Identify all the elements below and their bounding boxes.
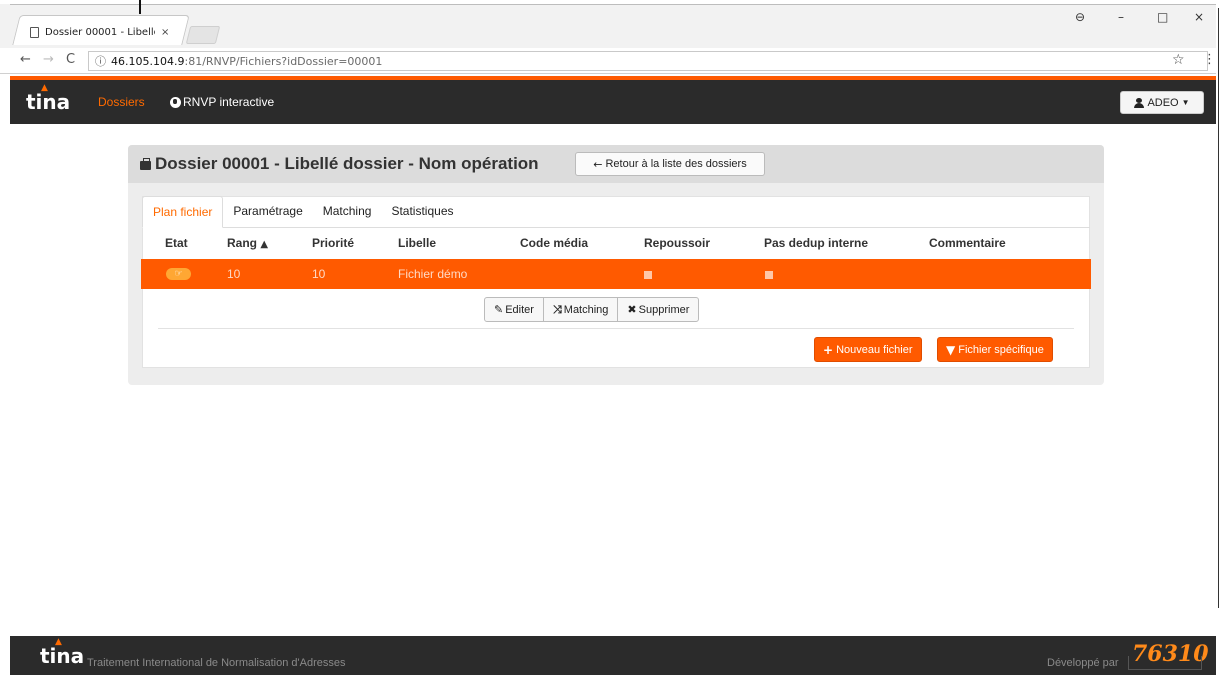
new-tab-button[interactable] — [185, 26, 221, 44]
brand-logo[interactable]: tina — [26, 90, 70, 114]
text-cursor — [139, 0, 141, 14]
cell-rang: 10 — [227, 267, 241, 281]
table-header: Etat Rang ▲ Priorité Libelle Code média … — [158, 230, 1074, 256]
divider — [158, 328, 1074, 329]
shuffle-icon: ⤨ — [552, 302, 562, 316]
checkbox-repoussoir[interactable] — [644, 271, 652, 279]
hand-pointer-icon: ☞ — [174, 269, 183, 279]
column-header-priorite[interactable]: Priorité — [312, 236, 354, 250]
footer-developed-by: Développé par — [1047, 657, 1119, 669]
x-icon: ✖ — [627, 303, 637, 316]
column-header-etat[interactable]: Etat — [165, 236, 188, 250]
column-header-code-media[interactable]: Code média — [520, 236, 588, 250]
tab-bar: Plan fichier Paramétrage Matching Statis… — [142, 196, 464, 228]
left-edge — [0, 74, 10, 675]
site-info-icon[interactable]: ⓘ — [95, 53, 106, 69]
screen: Dossier 00001 - Libellé d × ⊖ – □ × ← → … — [0, 0, 1226, 675]
tab-parametrage[interactable]: Paramétrage — [223, 196, 312, 228]
column-header-rang[interactable]: Rang ▲ — [227, 236, 268, 250]
user-icon — [1134, 97, 1145, 108]
column-header-rang-label: Rang — [227, 236, 257, 250]
browser-menu-icon[interactable]: ⋮ — [1203, 52, 1216, 67]
footer-brand-logo: tina — [40, 644, 85, 668]
back-to-list-button[interactable]: ← Retour à la liste des dossiers — [575, 152, 765, 176]
window-border — [10, 4, 1218, 8]
reload-icon[interactable]: C — [66, 52, 75, 67]
close-window-button[interactable]: × — [1194, 10, 1204, 24]
nav-rnvp-interactive[interactable]: RNVP interactive — [170, 95, 274, 109]
etat-status-badge[interactable]: ☞ — [166, 268, 191, 280]
column-header-commentaire[interactable]: Commentaire — [929, 236, 1006, 250]
checkbox-pas-dedup[interactable] — [765, 271, 773, 279]
window-edge-line — [1218, 8, 1219, 608]
edit-icon: ✎ — [494, 303, 504, 316]
user-menu-button[interactable]: ADEO ▼ — [1120, 91, 1204, 114]
footer-tagline: Traitement International de Normalisatio… — [87, 657, 346, 669]
browser-tab-content[interactable]: Dossier 00001 - Libellé d × — [30, 22, 180, 42]
specific-file-button[interactable]: ▼ Fichier spécifique — [937, 337, 1053, 362]
filter-icon: ▼ — [946, 342, 956, 357]
edit-label: Editer — [505, 303, 534, 316]
user-name: ADEO — [1147, 96, 1179, 109]
table-row[interactable] — [141, 259, 1091, 289]
nav-rnvp-label: RNVP interactive — [183, 95, 275, 109]
matching-label: Matching — [563, 303, 609, 316]
cell-priorite: 10 — [312, 267, 326, 281]
forward-arrow-icon[interactable]: → — [43, 52, 54, 67]
arrow-left-icon: ← — [593, 157, 603, 171]
new-file-label: Nouveau fichier — [836, 343, 913, 356]
specific-file-label: Fichier spécifique — [958, 343, 1044, 356]
cell-libelle: Fichier démo — [398, 267, 468, 281]
sort-asc-icon: ▲ — [260, 239, 269, 250]
matching-button[interactable]: ⤨ Matching — [542, 297, 619, 322]
browser-tab-title: Dossier 00001 - Libellé d — [45, 26, 155, 38]
url-host: 46.105.104.9 — [111, 54, 185, 68]
partner-logo-frame — [1128, 656, 1202, 670]
plus-icon: + — [823, 342, 834, 357]
delete-button[interactable]: ✖ Supprimer — [617, 297, 700, 322]
row-action-group: ✎ Editer ⤨ Matching ✖ Supprimer — [484, 297, 700, 322]
tab-plan-fichier[interactable]: Plan fichier — [142, 196, 224, 228]
maximize-button[interactable]: □ — [1157, 10, 1168, 24]
column-header-pas-dedup[interactable]: Pas dedup interne — [764, 236, 868, 250]
page-title: Dossier 00001 - Libellé dossier - Nom op… — [140, 154, 539, 174]
column-header-repoussoir[interactable]: Repoussoir — [644, 236, 710, 250]
back-to-list-label: Retour à la liste des dossiers — [605, 158, 747, 170]
nav-dossiers[interactable]: Dossiers — [98, 95, 145, 109]
new-file-button[interactable]: + Nouveau fichier — [814, 337, 922, 362]
edit-button[interactable]: ✎ Editer — [484, 297, 544, 322]
url-path: :81/RNVP/Fichiers?idDossier=00001 — [184, 54, 383, 68]
app-footer — [10, 636, 1216, 675]
page-icon — [30, 26, 39, 38]
caret-down-icon: ▼ — [1181, 98, 1190, 107]
column-header-libelle[interactable]: Libelle — [398, 236, 436, 250]
account-circle-icon[interactable]: ⊖ — [1075, 10, 1085, 24]
tab-matching[interactable]: Matching — [313, 196, 382, 228]
minimize-button[interactable]: – — [1118, 10, 1124, 24]
dossier-title: Dossier 00001 - Libellé dossier - Nom op… — [155, 154, 539, 173]
url-input[interactable]: ⓘ 46.105.104.9:81/RNVP/Fichiers?idDossie… — [88, 51, 1208, 71]
globe-icon — [170, 96, 181, 108]
tab-close-icon[interactable]: × — [161, 27, 169, 38]
back-arrow-icon[interactable]: ← — [20, 52, 31, 67]
delete-label: Supprimer — [638, 303, 690, 316]
briefcase-icon — [140, 157, 151, 170]
tab-statistiques[interactable]: Statistiques — [381, 196, 463, 228]
bookmark-star-icon[interactable]: ☆ — [1172, 52, 1185, 68]
